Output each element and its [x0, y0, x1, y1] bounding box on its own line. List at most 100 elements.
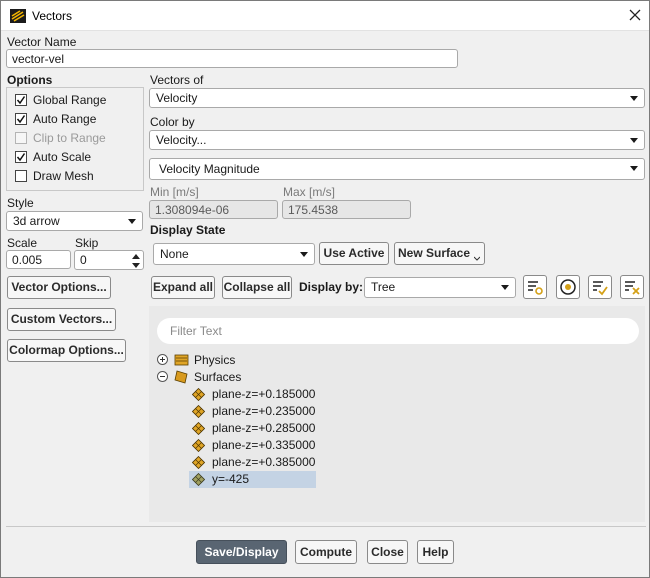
new-surface-label: New Surface [398, 246, 471, 260]
surface-tree-panel: Filter Text Physics Surfaces plane-z=+0.… [149, 306, 645, 522]
min-value-field: 1.308094e-06 [149, 200, 278, 219]
dropdown-arrow-icon [474, 256, 480, 261]
checkbox-box [15, 151, 27, 163]
tree-item-surface[interactable]: plane-z=+0.335000 [189, 437, 319, 454]
display-state-value: None [160, 247, 189, 261]
display-state-dropdown[interactable]: None [153, 243, 315, 265]
surfaces-icon [174, 370, 188, 384]
window-title: Vectors [32, 9, 73, 23]
app-icon [10, 9, 26, 23]
tree-node-physics[interactable]: Physics [157, 352, 357, 369]
checkbox-box [15, 113, 27, 125]
list-check-icon [593, 281, 608, 296]
chevron-down-icon [300, 252, 308, 257]
scale-label: Scale [7, 236, 38, 250]
vectors-of-dropdown[interactable]: Velocity [149, 88, 645, 108]
display-by-dropdown[interactable]: Tree [364, 277, 516, 298]
checkbox-label: Auto Range [33, 112, 97, 126]
tree-item-label: plane-z=+0.385000 [212, 455, 316, 469]
min-label: Min [m/s] [150, 185, 199, 199]
spin-arrows-icon[interactable] [132, 253, 140, 269]
max-value-field: 175.4538 [282, 200, 411, 219]
filter-list-button[interactable] [523, 275, 547, 299]
checkbox-box [15, 170, 27, 182]
chevron-down-icon [630, 166, 638, 171]
checkmark-icon [16, 153, 26, 162]
tree-item-surface-selected[interactable]: y=-425 [189, 471, 316, 488]
surface-plane-icon [192, 405, 205, 418]
style-value: 3d arrow [13, 214, 60, 228]
surface-plane-icon [192, 388, 205, 401]
vector-name-input[interactable]: vector-vel [6, 49, 458, 68]
expand-icon[interactable] [157, 354, 168, 365]
color-by-value: Velocity... [156, 133, 207, 147]
new-surface-button[interactable]: New Surface [394, 242, 485, 265]
scale-input[interactable]: 0.005 [6, 250, 71, 269]
vector-options-button[interactable]: Vector Options... [7, 276, 111, 299]
select-all-button[interactable] [588, 275, 612, 299]
display-state-label: Display State [150, 223, 226, 237]
tree-item-label: plane-z=+0.185000 [212, 387, 316, 401]
target-icon [560, 279, 576, 295]
surface-plane-icon [192, 439, 205, 452]
tree-node-surfaces[interactable]: Surfaces [157, 369, 357, 386]
help-button[interactable]: Help [417, 540, 454, 564]
vectors-dialog: Vectors Vector Name vector-vel Options G… [0, 0, 650, 578]
skip-value: 0 [80, 253, 87, 267]
checkbox-box [15, 132, 27, 144]
tree-item-surface[interactable]: plane-z=+0.385000 [189, 454, 319, 471]
expand-all-button[interactable]: Expand all [151, 276, 215, 299]
color-by-sub-dropdown[interactable]: Velocity Magnitude [149, 158, 645, 180]
colormap-options-button[interactable]: Colormap Options... [7, 339, 126, 362]
checkbox-label: Auto Scale [33, 150, 92, 164]
chevron-down-icon [630, 138, 638, 143]
color-by-sub-value: Velocity Magnitude [159, 162, 260, 176]
tree-item-surface[interactable]: plane-z=+0.285000 [189, 420, 319, 437]
tree-node-label: Physics [194, 353, 236, 367]
tree-item-surface[interactable]: plane-z=+0.235000 [189, 403, 319, 420]
collapse-all-button[interactable]: Collapse all [222, 276, 292, 299]
collapse-icon[interactable] [157, 371, 168, 382]
checkmark-icon [16, 115, 26, 124]
checkmark-icon [16, 96, 26, 105]
skip-label: Skip [75, 236, 99, 250]
compute-button[interactable]: Compute [295, 540, 357, 564]
tree-item-label: plane-z=+0.285000 [212, 421, 316, 435]
surface-plane-icon [192, 473, 205, 486]
checkbox-box [15, 94, 27, 106]
style-label: Style [7, 196, 34, 210]
tree-node-label: Surfaces [194, 370, 242, 384]
list-filter-icon [528, 281, 543, 295]
max-label: Max [m/s] [283, 185, 336, 199]
save-display-button[interactable]: Save/Display [196, 540, 287, 564]
close-icon[interactable] [626, 6, 644, 24]
tree-item-label: y=-425 [212, 472, 250, 486]
filter-text-input[interactable]: Filter Text [157, 318, 639, 344]
clear-selection-button[interactable] [620, 275, 644, 299]
options-heading: Options [7, 73, 53, 87]
vectors-of-label: Vectors of [150, 73, 204, 87]
style-dropdown[interactable]: 3d arrow [6, 211, 143, 231]
color-by-label: Color by [150, 115, 195, 129]
target-button[interactable] [556, 275, 580, 299]
display-by-value: Tree [371, 280, 396, 294]
surface-plane-icon [192, 456, 205, 469]
footer-divider [6, 526, 646, 527]
custom-vectors-button[interactable]: Custom Vectors... [7, 308, 116, 331]
color-by-dropdown[interactable]: Velocity... [149, 130, 645, 150]
skip-stepper[interactable]: 0 [74, 250, 144, 270]
checkbox-label: Clip to Range [33, 131, 106, 145]
list-clear-icon [625, 281, 640, 295]
chevron-down-icon [128, 219, 136, 224]
surface-plane-icon [192, 422, 205, 435]
checkbox-label: Draw Mesh [33, 169, 94, 183]
display-by-label: Display by: [299, 280, 364, 294]
close-button[interactable]: Close [367, 540, 408, 564]
use-active-button[interactable]: Use Active [319, 242, 389, 265]
tree-item-surface[interactable]: plane-z=+0.185000 [189, 386, 319, 403]
tree-item-label: plane-z=+0.235000 [212, 404, 316, 418]
chevron-down-icon [501, 285, 509, 290]
tree-item-label: plane-z=+0.335000 [212, 438, 316, 452]
physics-folder-icon [174, 354, 189, 366]
chevron-down-icon [630, 96, 638, 101]
